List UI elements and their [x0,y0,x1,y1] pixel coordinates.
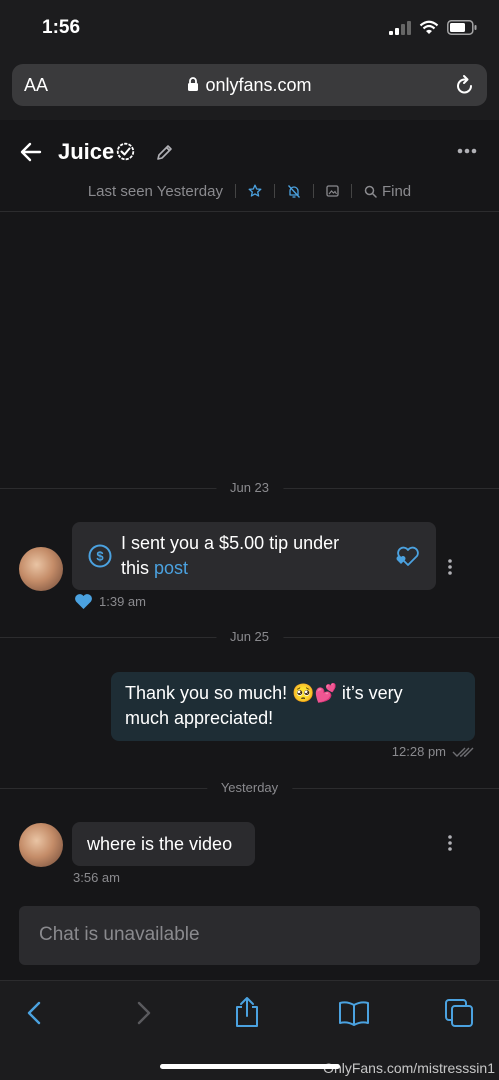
date-divider: Yesterday [0,779,499,799]
back-arrow-icon[interactable] [20,141,42,163]
message-options-icon[interactable] [448,835,452,851]
reply-time: 12:28 pm [391,744,446,759]
read-checkmarks-icon [452,747,474,757]
find-button[interactable]: Find [364,183,411,200]
star-icon[interactable] [248,184,262,198]
share-icon[interactable] [234,995,260,1029]
date-label: Jun 23 [215,480,284,495]
media-image-icon[interactable] [326,185,339,197]
verified-icon [116,142,135,161]
browser-back-icon[interactable] [24,999,46,1027]
status-time: 1:56 [42,17,81,38]
tabs-icon[interactable] [444,998,474,1028]
svg-text:$: $ [96,549,104,564]
battery-icon [447,20,477,35]
wifi-icon [419,20,439,34]
home-indicator [160,1064,340,1069]
last-seen-text: Last seen Yesterday [87,182,223,200]
status-bar: 1:56 [0,0,499,58]
date-divider: Jun 25 [0,628,499,648]
url-text: onlyfans.com [205,75,312,95]
reload-icon[interactable] [455,74,475,96]
url-field[interactable]: AA onlyfans.com [12,64,487,106]
message-options-icon[interactable] [448,559,452,575]
browser-forward-icon[interactable] [132,999,154,1027]
status-icons [389,20,477,35]
hearts-icon[interactable] [394,545,420,567]
separator [234,184,236,198]
lock-icon [188,77,199,91]
separator [273,184,275,198]
chat-unavailable-text: Chat is unavailable [39,924,200,945]
tip-time: 1:39 am [99,594,146,609]
avatar[interactable] [19,547,63,591]
incoming-message-bubble: where is the video [72,822,255,866]
liked-heart-icon[interactable] [74,593,93,610]
tip-message-text: I sent you a $5.00 tip under this post [121,531,366,581]
separator [312,184,314,198]
avatar[interactable] [19,823,63,867]
outgoing-message-bubble: Thank you so much! 🥺💕 it’s very much app… [111,672,475,741]
tip-message-meta: 1:39 am [74,593,146,610]
mute-bell-icon[interactable] [287,184,301,199]
reply-meta: 12:28 pm [392,744,474,759]
bookmarks-icon[interactable] [338,1000,370,1026]
header-subline: Last seen Yesterday Find [0,181,499,201]
question-time: 3:56 am [73,870,120,885]
contact-name[interactable]: Juice [58,139,114,165]
date-divider: Jun 23 [0,479,499,499]
url-display[interactable]: onlyfans.com [12,75,487,96]
watermark: OnlyFans.com/mistresssin1 [323,1060,495,1076]
reply-text: Thank you so much! 🥺💕 it’s very much app… [125,683,403,728]
date-label: Yesterday [206,780,293,795]
chat-header: Juice Last seen Yesterday Find [0,120,499,212]
separator [350,184,352,198]
question-meta: 3:56 am [73,870,120,885]
signal-icon [389,20,411,35]
date-label: Jun 25 [215,629,284,644]
post-link[interactable]: post [154,558,188,578]
edit-pencil-icon[interactable] [156,143,174,161]
browser-bar: AA onlyfans.com [0,58,499,120]
chat-unavailable-field: Chat is unavailable [19,906,480,965]
question-text: where is the video [87,834,233,854]
tip-message-bubble: $ I sent you a $5.00 tip under this post [72,522,436,590]
dollar-coin-icon: $ [88,544,112,568]
search-icon [364,185,377,198]
more-options-icon[interactable] [457,148,477,154]
find-label: Find [381,182,412,200]
